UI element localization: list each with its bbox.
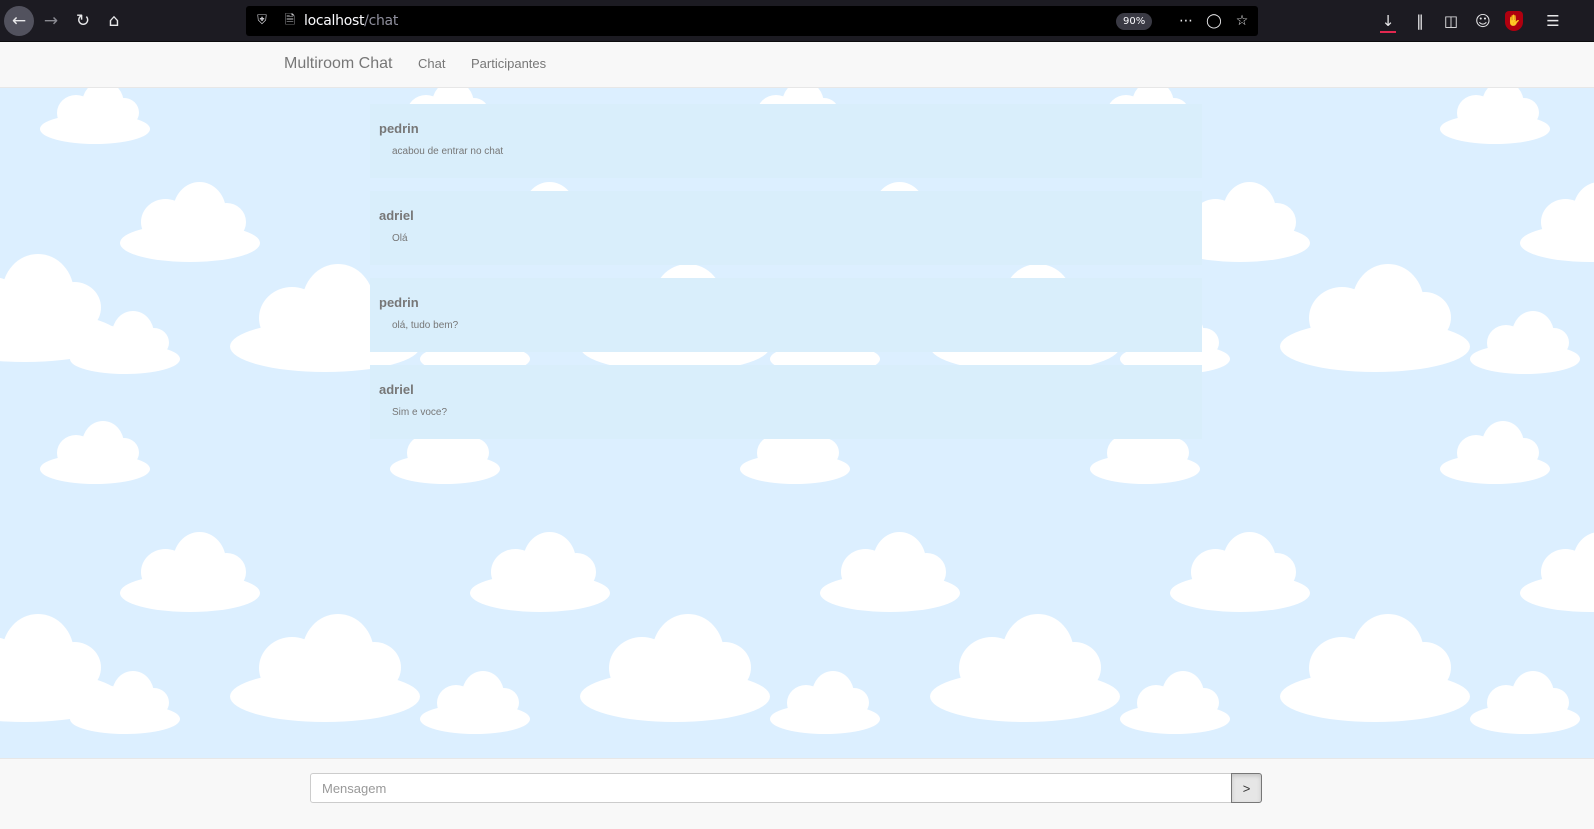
message-text: Olá [392,233,408,244]
back-icon[interactable]: ← [4,6,34,36]
download-progress-indicator [1380,31,1396,33]
menu-icon[interactable]: ☰ [1542,10,1564,32]
forward-icon[interactable]: → [36,6,66,36]
composer-footer: > [0,758,1594,829]
star-icon[interactable]: ☆ [1231,11,1253,31]
home-icon[interactable]: ⌂ [99,6,129,36]
message-item: adriel Sim e voce? [370,365,1202,439]
brand-link[interactable]: Multiroom Chat [284,55,392,73]
sidebar-icon[interactable]: ◫ [1440,10,1462,32]
more-icon[interactable]: ⋯ [1175,11,1197,31]
message-author: pedrin [379,295,419,310]
message-item: pedrin olá, tudo bem? [370,278,1202,352]
url-path: /chat [364,13,399,29]
message-list: pedrin acabou de entrar no chat adriel O… [370,104,1202,452]
url-text[interactable]: localhost/chat [304,13,398,29]
download-icon[interactable]: ↓ [1377,10,1399,32]
library-icon[interactable]: ‖ [1409,10,1431,32]
message-input[interactable] [310,773,1232,803]
shield-icon[interactable]: ⛨ [252,11,272,31]
message-text: acabou de entrar no chat [392,146,504,157]
message-text: olá, tudo bem? [392,320,459,331]
url-host: localhost [304,13,365,29]
ublock-icon[interactable]: ✋ [1505,11,1523,31]
send-button[interactable]: > [1231,773,1262,803]
message-item: adriel Olá [370,191,1202,265]
zoom-level-badge[interactable]: 90% [1116,13,1153,30]
message-author: adriel [379,382,414,397]
nav-link-participants[interactable]: Participantes [471,56,546,71]
reload-icon[interactable]: ↻ [68,6,98,36]
page-icon[interactable]: 🗎 [280,11,300,31]
pocket-icon[interactable]: ◯ [1203,11,1225,31]
message-item: pedrin acabou de entrar no chat [370,104,1202,178]
browser-toolbar: ← → ↻ ⌂ ⛨ 🗎 localhost/chat 90% ⋯ ◯ ☆ ↓ ‖… [0,0,1594,42]
message-author: adriel [379,208,414,223]
message-text: Sim e voce? [392,407,448,418]
address-bar[interactable]: ⛨ 🗎 localhost/chat 90% ⋯ ◯ ☆ [246,6,1258,36]
message-author: pedrin [379,121,419,136]
app-navbar: Multiroom Chat Chat Participantes [0,42,1594,88]
nav-link-chat[interactable]: Chat [418,56,445,71]
account-icon[interactable]: ☺ [1472,10,1494,32]
